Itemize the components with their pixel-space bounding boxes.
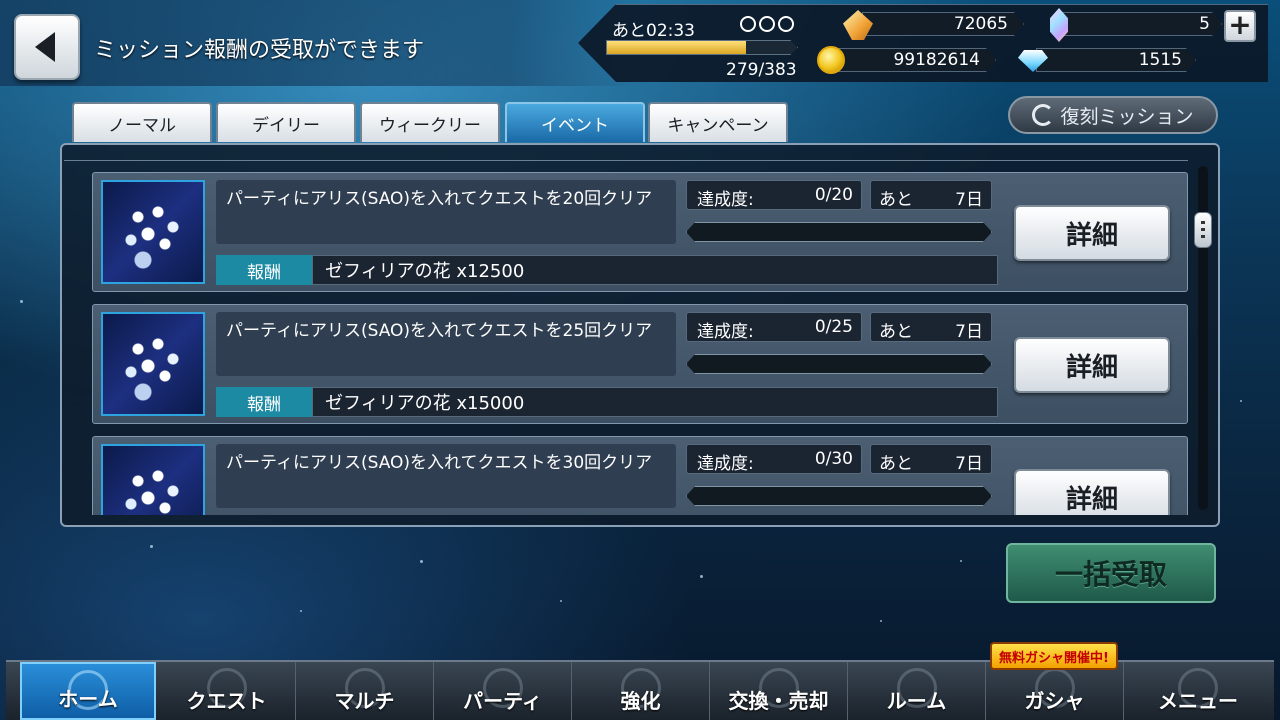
progress-bar <box>686 222 992 242</box>
stamina-bar <box>606 40 798 55</box>
reward-label: 報酬 <box>216 255 312 285</box>
reward-value: ゼフィリアの花 x15000 <box>312 387 998 417</box>
coin-icon <box>817 46 845 74</box>
progress-box: 達成度: 0/25 <box>686 312 862 342</box>
deadline-label: あと <box>879 322 913 342</box>
deadline-box: あと 7日 <box>870 312 992 342</box>
nav-label: メニュー <box>1158 689 1238 713</box>
nav-multi[interactable]: マルチ <box>296 662 434 720</box>
nav-room[interactable]: ルーム <box>848 662 986 720</box>
stamina-value: 279/383 <box>726 60 797 80</box>
progress-box: 達成度: 0/30 <box>686 444 862 474</box>
flower-bouquet-icon <box>101 312 205 416</box>
nav-exchange[interactable]: 交換・売却 <box>710 662 848 720</box>
mission-row: パーティにアリス(SAO)を入れてクエストを25回クリア 達成度: 0/25 あ… <box>92 304 1188 424</box>
scrollbar-thumb[interactable] <box>1194 212 1212 248</box>
deadline-label: あと <box>879 190 913 210</box>
detail-button[interactable]: 詳細 <box>1014 337 1170 393</box>
reward-label: 報酬 <box>216 387 312 417</box>
nav-label: パーティ <box>463 689 542 713</box>
reissue-mission-label: 復刻ミッション <box>1060 105 1194 128</box>
refresh-icon <box>1032 104 1055 126</box>
stamina-recovery-timer: あと02:33 <box>612 21 695 41</box>
deadline-box: あと 7日 <box>870 180 992 210</box>
mission-title: パーティにアリス(SAO)を入れてクエストを25回クリア <box>216 312 676 376</box>
coin-value: 99182614 <box>893 50 980 70</box>
nav-enhance[interactable]: 強化 <box>572 662 710 720</box>
gem-value: 5 <box>1199 14 1210 34</box>
mission-list[interactable]: パーティにアリス(SAO)を入れてクエストを20回クリア 達成度: 0/20 あ… <box>62 160 1218 515</box>
nav-label: 強化 <box>620 689 661 713</box>
progress-value: 0/30 <box>814 449 853 469</box>
crystal-value: 72065 <box>953 14 1008 34</box>
pip-icon <box>759 16 775 32</box>
nav-label: ルーム <box>886 689 947 713</box>
detail-button[interactable]: 詳細 <box>1014 469 1170 515</box>
back-arrow-icon <box>35 32 55 62</box>
progress-label: 達成度: <box>697 190 754 210</box>
pip-icon <box>778 16 794 32</box>
mission-row: パーティにアリス(SAO)を入れてクエストを20回クリア 達成度: 0/20 あ… <box>92 172 1188 292</box>
deadline-value: 7日 <box>955 454 983 474</box>
nav-party[interactable]: パーティ <box>434 662 572 720</box>
progress-label: 達成度: <box>697 454 754 474</box>
nav-label: クエスト <box>186 689 267 713</box>
nav-label: 交換・売却 <box>728 689 829 713</box>
deadline-value: 7日 <box>955 322 983 342</box>
nav-quest[interactable]: クエスト <box>158 662 296 720</box>
progress-bar <box>686 354 992 374</box>
flower-bouquet-icon <box>101 180 205 284</box>
nav-label: ガシャ <box>1024 689 1085 713</box>
tab-normal[interactable]: ノーマル <box>72 102 212 142</box>
nav-gacha[interactable]: ガシャ <box>986 662 1124 720</box>
reissue-mission-button[interactable]: 復刻ミッション <box>1008 96 1218 134</box>
stamina-pips <box>740 16 794 32</box>
tab-daily[interactable]: デイリー <box>216 102 356 142</box>
back-button[interactable] <box>14 14 80 80</box>
progress-bar <box>686 486 992 506</box>
deadline-label: あと <box>879 454 913 474</box>
deadline-box: あと 7日 <box>870 444 992 474</box>
mission-title: パーティにアリス(SAO)を入れてクエストを30回クリア <box>216 444 676 508</box>
stamina-bar-fill <box>607 41 746 54</box>
tab-campaign[interactable]: キャンペーン <box>648 102 788 142</box>
nav-menu[interactable]: メニュー <box>1124 662 1272 720</box>
diamond-value: 1515 <box>1138 50 1182 70</box>
progress-value: 0/20 <box>814 185 853 205</box>
detail-button[interactable]: 詳細 <box>1014 205 1170 261</box>
bulk-receive-button[interactable]: 一括受取 <box>1006 543 1216 603</box>
reward-value: ゼフィリアの花 x12500 <box>312 255 998 285</box>
pip-icon <box>740 16 756 32</box>
progress-label: 達成度: <box>697 322 754 342</box>
mission-row: パーティにアリス(SAO)を入れてクエストを30回クリア 達成度: 0/30 あ… <box>92 436 1188 515</box>
nav-label: マルチ <box>334 689 395 713</box>
free-gacha-badge: 無料ガシャ開催中! <box>990 642 1118 670</box>
progress-value: 0/25 <box>814 317 853 337</box>
deadline-value: 7日 <box>955 190 983 210</box>
progress-box: 達成度: 0/20 <box>686 180 862 210</box>
nav-home[interactable]: ホーム <box>20 662 156 720</box>
nav-label: ホーム <box>58 687 118 711</box>
tab-weekly[interactable]: ウィークリー <box>360 102 500 142</box>
tab-event[interactable]: イベント <box>505 102 645 142</box>
mission-title: パーティにアリス(SAO)を入れてクエストを20回クリア <box>216 180 676 244</box>
page-title: ミッション報酬の受取ができます <box>94 38 425 63</box>
add-gem-button[interactable]: + <box>1224 10 1256 42</box>
flower-bouquet-icon <box>101 444 205 515</box>
